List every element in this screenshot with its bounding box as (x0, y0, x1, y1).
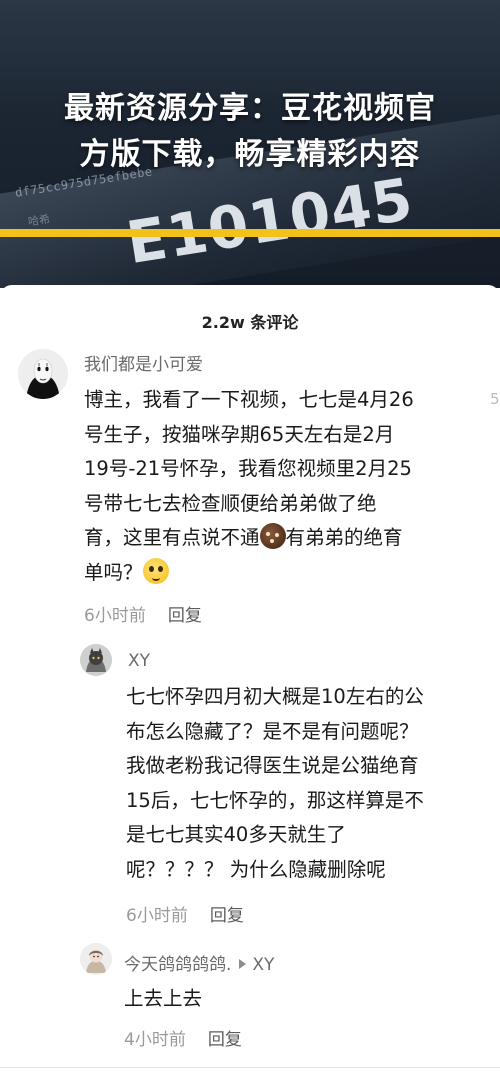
pleading-emoji-icon (142, 557, 169, 584)
girl-avatar-icon[interactable] (80, 943, 112, 975)
reply-arrow-icon (239, 959, 247, 969)
comment-body: 博主，我看了一下视频，七七是4月26 号生子，按猫咪孕期65天左右是2月 19号… (84, 383, 484, 590)
comment-line: 号带七七去检查顺便给弟弟做了绝 (84, 491, 377, 515)
comment-body: 七七怀孕四月初大概是10左右的公 布怎么隐藏了？是不是有问题呢？ 我做老粉我记得… (126, 680, 486, 887)
comment-line: 单吗？ (84, 556, 484, 591)
cat-avatar-icon[interactable] (80, 644, 112, 676)
comment-line: 布怎么隐藏了？是不是有问题呢？ (126, 719, 419, 743)
comment-username[interactable]: 我们都是小可爱 (84, 350, 203, 375)
comment-line-part: 有弟弟的绝育 (285, 526, 403, 549)
comment-line: 我做老粉我记得医生说是公猫绝育 (126, 754, 419, 777)
comment-username: 今天鸽鸽鸽鸽. XY (124, 950, 274, 975)
banner-headline-line-2: 方版下载，畅享精彩内容 (79, 137, 421, 172)
comment-line-part: 单吗？ (84, 560, 143, 584)
comment-line: 博主，我看了一下视频，七七是4月26 (84, 388, 414, 411)
reply-button[interactable]: 回复 (168, 606, 202, 626)
comment-line: 是七七其实40多天就生了 (126, 823, 346, 846)
comment-line: 育，这里有点说不通 有弟弟的绝育 (84, 521, 484, 556)
comment-meta: 4小时前 回复 (124, 1025, 242, 1050)
comment-line: 15后，七七怀孕的，那这样算是不 (126, 788, 424, 812)
comment-meta: 6小时前 回复 (126, 901, 244, 926)
sheet-bottom-divider (0, 1067, 500, 1068)
comment-sheet: 2.2w 条评论 5 我们都是小可爱 博主，我看了一下视频，七七是4月26 号生… (0, 285, 500, 1083)
cookie-emoji-icon (259, 523, 286, 549)
comment-timestamp: 4小时前 (124, 1030, 186, 1050)
banner-small-tag: 哈希 (27, 212, 51, 229)
banner-accent-bar (0, 229, 500, 237)
edge-clipped-text: 5 (490, 390, 500, 408)
comment-count-title: 2.2w 条评论 (201, 313, 299, 332)
reply-button[interactable]: 回复 (208, 1030, 242, 1050)
comment-timestamp: 6小时前 (126, 906, 188, 926)
comment-timestamp: 6小时前 (84, 606, 146, 626)
reply-button[interactable]: 回复 (210, 906, 244, 926)
video-banner: df75cc975d75efbebe 哈希 E101045 最新资源分享：豆花视… (0, 0, 500, 288)
reply-author[interactable]: 今天鸽鸽鸽鸽. (124, 955, 231, 975)
comment-line: 七七怀孕四月初大概是10左右的公 (126, 685, 424, 708)
comment-line: 号生子，按猫咪孕期65天左右是2月 (84, 422, 395, 446)
comment-line: 呢？？？？ 为什么隐藏删除呢 (126, 857, 386, 881)
banner-headline-line-1: 最新资源分享：豆花视频官 (64, 91, 436, 126)
comment-meta: 6小时前 回复 (84, 601, 202, 626)
comment-username[interactable]: XY (128, 651, 150, 671)
comment-body: 上去上去 (124, 982, 484, 1017)
reply-target[interactable]: XY (252, 955, 274, 975)
comment-line-part: 育，这里有点说不通 (84, 526, 260, 549)
comment-line: 上去上去 (124, 987, 203, 1010)
no-face-avatar-icon[interactable] (18, 349, 68, 399)
banner-headline: 最新资源分享：豆花视频官 方版下载，畅享精彩内容 (0, 86, 500, 178)
comment-line: 19号-21号怀孕，我看您视频里2月25 (84, 457, 412, 480)
